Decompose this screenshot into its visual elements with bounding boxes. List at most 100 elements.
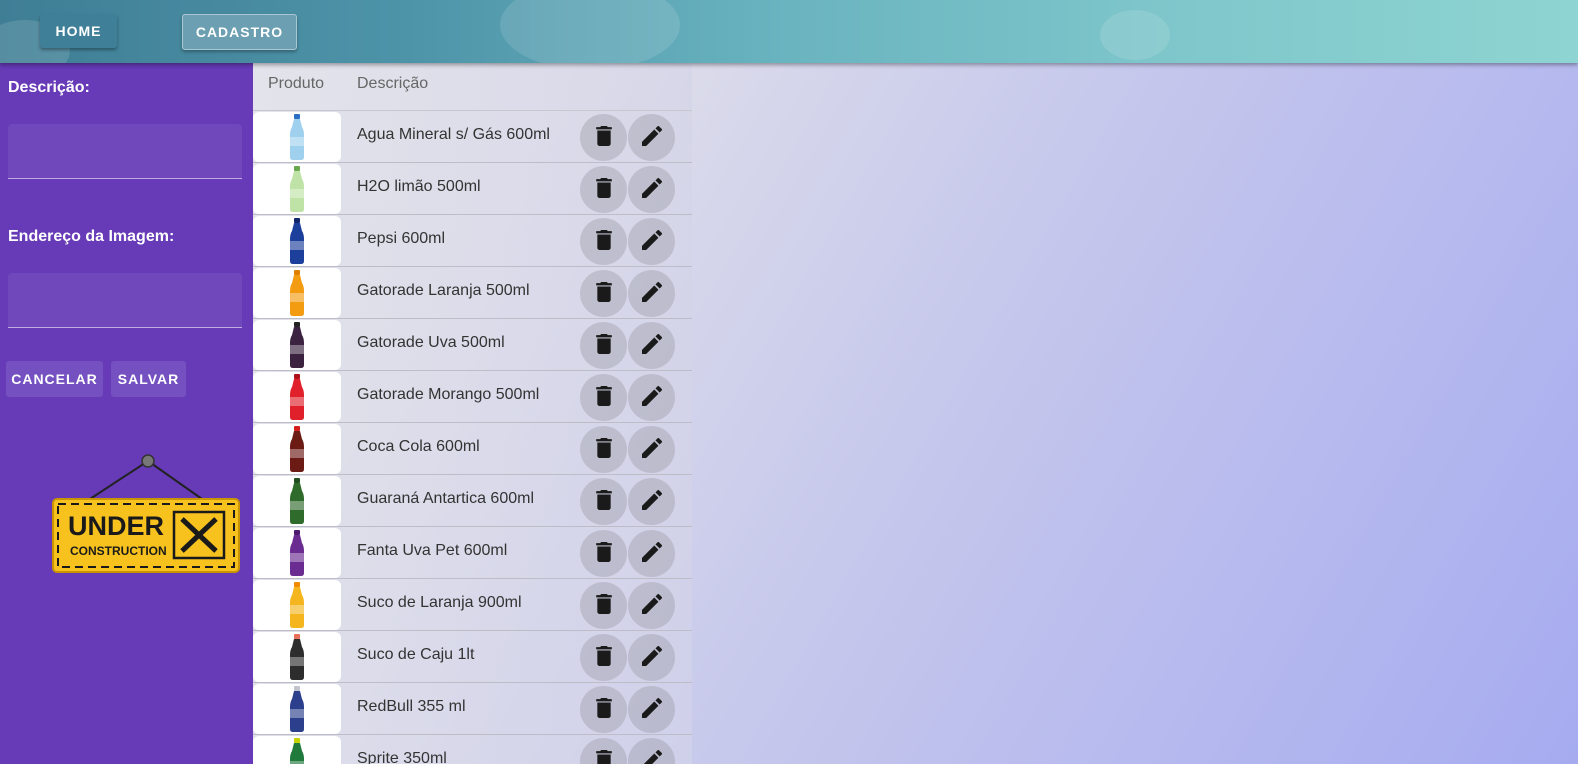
table-row: H2O limão 500ml xyxy=(253,163,692,215)
delete-button[interactable] xyxy=(580,114,627,161)
trash-icon xyxy=(595,541,613,566)
cancel-button[interactable]: CANCELAR xyxy=(6,361,103,397)
table-row: Pepsi 600ml xyxy=(253,215,692,267)
delete-button[interactable] xyxy=(580,166,627,213)
edit-button[interactable] xyxy=(628,582,675,629)
delete-button[interactable] xyxy=(580,322,627,369)
delete-button[interactable] xyxy=(580,426,627,473)
product-image xyxy=(253,528,341,578)
delete-button[interactable] xyxy=(580,218,627,265)
delete-button[interactable] xyxy=(580,582,627,629)
edit-button[interactable] xyxy=(628,166,675,213)
delete-button[interactable] xyxy=(580,686,627,733)
product-image xyxy=(253,372,341,422)
product-description: H2O limão 500ml xyxy=(357,178,481,195)
pencil-icon xyxy=(641,333,662,358)
under-construction-sign: UNDER CONSTRUCTION xyxy=(50,451,242,576)
delete-button[interactable] xyxy=(580,374,627,421)
edit-button[interactable] xyxy=(628,218,675,265)
product-image xyxy=(253,216,341,266)
table-row: Guaraná Antartica 600ml xyxy=(253,475,692,527)
image-url-input[interactable] xyxy=(8,273,242,328)
trash-icon xyxy=(595,645,613,670)
pencil-icon xyxy=(641,593,662,618)
trash-icon xyxy=(595,333,613,358)
product-description: Suco de Laranja 900ml xyxy=(357,594,522,611)
trash-icon xyxy=(595,593,613,618)
edit-button[interactable] xyxy=(628,686,675,733)
product-description: Pepsi 600ml xyxy=(357,230,446,247)
trash-icon xyxy=(595,437,613,462)
pencil-icon xyxy=(641,645,662,670)
table-row: Fanta Uva Pet 600ml xyxy=(253,527,692,579)
pencil-icon xyxy=(641,229,662,254)
top-navigation-bar: HOME CADASTRO xyxy=(0,0,1578,63)
pencil-icon xyxy=(641,177,662,202)
pencil-icon xyxy=(641,385,662,410)
edit-button[interactable] xyxy=(628,270,675,317)
table-row: Gatorade Laranja 500ml xyxy=(253,267,692,319)
edit-button[interactable] xyxy=(628,634,675,681)
table-row: Gatorade Uva 500ml xyxy=(253,319,692,371)
product-description: RedBull 355 ml xyxy=(357,698,466,715)
trash-icon xyxy=(595,177,613,202)
edit-button[interactable] xyxy=(628,322,675,369)
edit-button[interactable] xyxy=(628,738,675,764)
product-description: Coca Cola 600ml xyxy=(357,438,480,455)
trash-icon xyxy=(595,385,613,410)
product-description: Sprite 350ml xyxy=(357,750,447,764)
trash-icon xyxy=(595,749,613,764)
table-row: Gatorade Morango 500ml xyxy=(253,371,692,423)
save-button[interactable]: SALVAR xyxy=(111,361,186,397)
cadastro-button[interactable]: CADASTRO xyxy=(182,14,297,50)
trash-icon xyxy=(595,489,613,514)
construction-label: CONSTRUCTION xyxy=(70,544,167,558)
table-row: RedBull 355 ml xyxy=(253,683,692,735)
product-image xyxy=(253,580,341,630)
table-row: Agua Mineral s/ Gás 600ml xyxy=(253,111,692,163)
home-button[interactable]: HOME xyxy=(40,14,117,48)
pencil-icon xyxy=(641,697,662,722)
table-row: Coca Cola 600ml xyxy=(253,423,692,475)
delete-button[interactable] xyxy=(580,270,627,317)
trash-icon xyxy=(595,125,613,150)
product-image xyxy=(253,320,341,370)
product-image xyxy=(253,476,341,526)
product-image xyxy=(253,424,341,474)
water-splash-decoration xyxy=(500,0,680,63)
table-row: Suco de Laranja 900ml xyxy=(253,579,692,631)
pencil-icon xyxy=(642,749,662,764)
edit-button[interactable] xyxy=(628,114,675,161)
delete-button[interactable] xyxy=(580,738,627,764)
pencil-icon xyxy=(641,437,662,462)
product-description: Fanta Uva Pet 600ml xyxy=(357,542,508,559)
imagem-label: Endereço da Imagem: xyxy=(8,228,175,245)
trash-icon xyxy=(595,229,613,254)
pencil-icon xyxy=(641,281,662,306)
edit-button[interactable] xyxy=(628,530,675,577)
product-description: Agua Mineral s/ Gás 600ml xyxy=(357,126,550,143)
edit-button[interactable] xyxy=(628,478,675,525)
delete-button[interactable] xyxy=(580,634,627,681)
product-description: Gatorade Uva 500ml xyxy=(357,334,505,351)
product-description: Gatorade Laranja 500ml xyxy=(357,282,530,299)
trash-icon xyxy=(595,281,613,306)
water-splash-decoration xyxy=(1100,10,1170,60)
edit-button[interactable] xyxy=(628,374,675,421)
edit-button[interactable] xyxy=(628,426,675,473)
pencil-icon xyxy=(641,125,662,150)
trash-icon xyxy=(595,697,613,722)
under-label: UNDER xyxy=(68,511,165,541)
table-row: Suco de Caju 1lt xyxy=(253,631,692,683)
product-image xyxy=(253,736,341,764)
product-description: Suco de Caju 1lt xyxy=(357,646,475,663)
descricao-label: Descrição: xyxy=(8,79,90,96)
product-image xyxy=(253,112,341,162)
product-image xyxy=(253,268,341,318)
delete-button[interactable] xyxy=(580,530,627,577)
delete-button[interactable] xyxy=(580,478,627,525)
header-produto: Produto xyxy=(268,75,325,92)
product-image xyxy=(253,684,341,734)
descricao-input[interactable] xyxy=(8,124,242,179)
pencil-icon xyxy=(641,489,662,514)
